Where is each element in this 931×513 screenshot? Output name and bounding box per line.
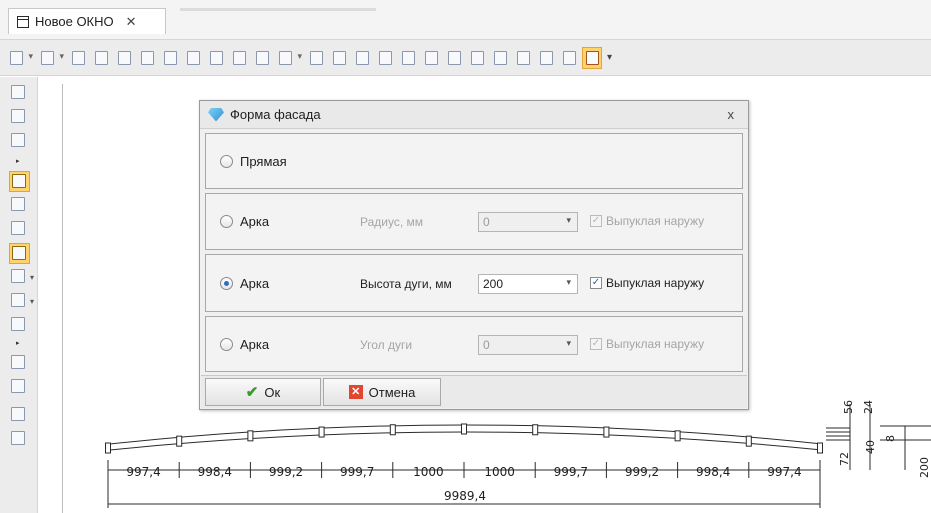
arc-angle-combo: 0 ▾ [478,335,578,355]
arch-post [176,435,183,447]
arch-post [532,424,539,436]
arch-post [389,424,396,436]
total-width-label: 9989,4 [444,489,486,503]
arch-post [745,435,752,447]
radio-arch-radius[interactable] [220,215,233,228]
radius-convex-checkbox: ✓ [590,215,602,227]
segment-width-label: 999,2 [625,465,659,479]
option-arch-angle-label[interactable]: Арка [240,337,269,352]
chevron-down-icon: ▾ [566,338,571,348]
segment-width-label: 999,7 [554,465,588,479]
arch-post [817,442,823,454]
gem-icon [208,107,224,122]
arc-angle-convex-label: Выпуклая наружу [606,337,705,351]
segment-width-label: 999,2 [269,465,303,479]
segment-width-label: 1000 [413,465,444,479]
radio-arch-angle[interactable] [220,338,233,351]
ok-label: Ок [264,384,281,400]
arch-post [461,423,467,435]
close-dialog-icon[interactable]: x [728,107,735,122]
arc-height-field-label: Высота дуги, мм [360,277,452,291]
dialog-button-bar: ✔ Ок ✕ Отмена [201,375,747,408]
arc-height-combo[interactable]: 200 ▾ [478,274,578,294]
chevron-down-icon[interactable]: ▾ [566,277,571,288]
arc-height-convex-label[interactable]: Выпуклая наружу [606,276,704,290]
segment-width-label: 998,4 [696,465,730,479]
option-arch-radius-label[interactable]: Арка [240,214,269,229]
arch-post [247,430,254,442]
arc-height-value: 200 [483,277,504,291]
dialog-title-bar: Форма фасада x [200,101,748,129]
facade-shape-dialog: Форма фасада x Прямая Арка Радиус, мм 0 … [199,100,749,410]
checkmark-icon: ✔ [245,384,259,401]
segment-width-label: 997,4 [126,465,160,479]
radius-value: 0 [483,215,490,229]
option-arch-radius: Арка Радиус, мм 0 ▾ ✓ Выпуклая наружу [205,193,743,250]
radius-convex-label: Выпуклая наружу [606,214,705,228]
arc-angle-value: 0 [483,338,490,352]
radio-arch-height[interactable] [220,277,233,290]
arch-post [318,426,325,438]
arc-height-convex-checkbox[interactable]: ✓ [590,277,602,289]
chevron-down-icon: ▾ [566,215,571,225]
radio-straight[interactable] [220,155,233,168]
segment-width-label: 998,4 [198,465,232,479]
cancel-button[interactable]: ✕ Отмена [323,378,441,406]
segment-width-label: 997,4 [767,465,801,479]
segment-width-label: 1000 [484,465,515,479]
profile-lines [826,427,850,441]
option-straight-label[interactable]: Прямая [240,154,287,169]
profile-dim-200: 200 [918,457,931,478]
arch-post [674,430,681,442]
cancel-icon: ✕ [348,385,363,399]
dialog-title: Форма фасада [230,107,321,122]
profile-dim-24: 24 [862,400,875,414]
arc-angle-convex-checkbox: ✓ [590,338,602,350]
arch-post [105,442,111,454]
option-arch-height: Арка Высота дуги, мм 200 ▾ ✓ Выпуклая на… [205,254,743,312]
profile-dim-40: 40 [864,440,877,454]
cancel-label: Отмена [368,384,416,400]
profile-dim-72: 72 [838,452,851,466]
radius-combo: 0 ▾ [478,212,578,232]
option-straight: Прямая [205,133,743,189]
radius-field-label: Радиус, мм [360,215,424,229]
segment-width-label: 999,7 [340,465,374,479]
ok-button[interactable]: ✔ Ок [205,378,321,406]
arch-post [603,426,610,438]
profile-dim-8: 8 [884,435,897,442]
arc-angle-field-label: Угол дуги [360,338,413,352]
profile-dim-56: 56 [842,400,855,414]
option-arch-angle: Арка Угол дуги 0 ▾ ✓ Выпуклая наружу [205,316,743,372]
option-arch-height-label[interactable]: Арка [240,276,269,291]
